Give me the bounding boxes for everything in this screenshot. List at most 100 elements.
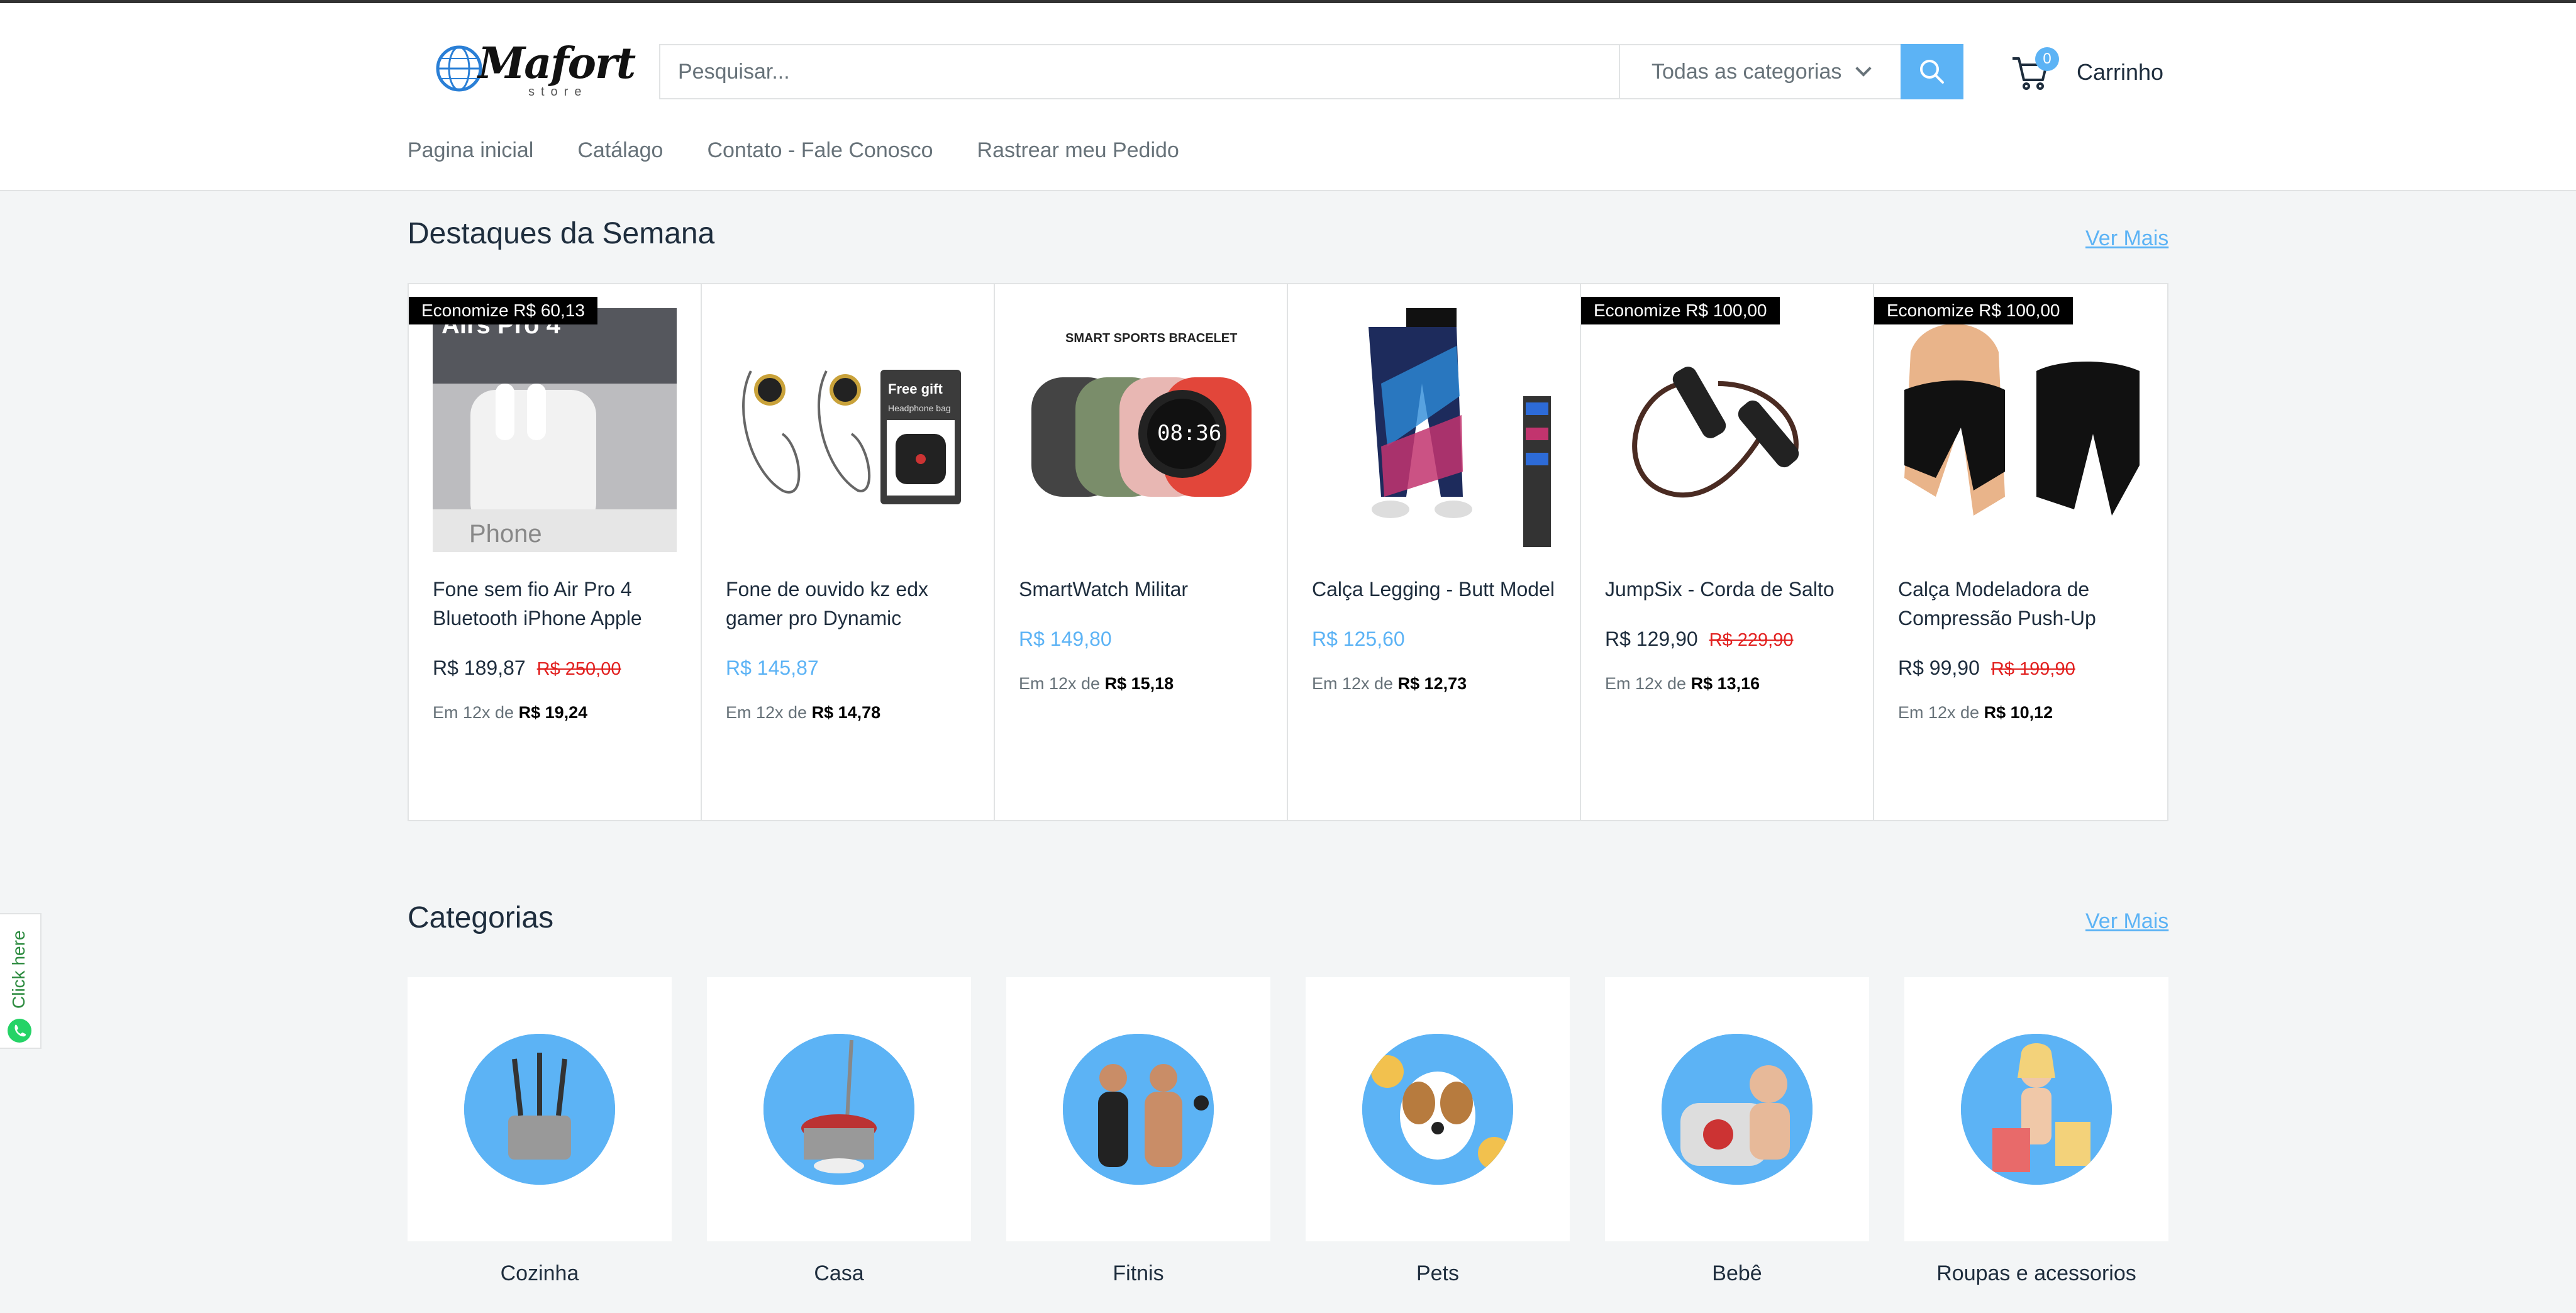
discount-badge: Economize R$ 100,00 xyxy=(1581,297,1780,324)
installment-prefix: Em 12x de xyxy=(726,703,808,722)
nav-catalog[interactable]: Catálago xyxy=(577,138,663,163)
product-title[interactable]: SmartWatch Militar xyxy=(1019,575,1270,604)
category-fitness[interactable]: Fitnis xyxy=(1006,977,1270,1286)
discount-badge: Economize R$ 100,00 xyxy=(1874,297,2073,324)
site-header: Mafort store Todas as categorias 0 Carri… xyxy=(0,3,2576,191)
product-image[interactable]: Airs Pro 4 Phone xyxy=(433,308,677,552)
category-label[interactable]: Bebê xyxy=(1605,1261,1869,1286)
category-card[interactable] xyxy=(1306,977,1570,1241)
search-icon xyxy=(1920,60,1944,84)
logo-subtext: store xyxy=(528,85,588,99)
category-label[interactable]: Fitnis xyxy=(1006,1261,1270,1286)
category-kitchen[interactable]: Cozinha xyxy=(408,977,672,1286)
search-input[interactable] xyxy=(660,45,1616,98)
product-card[interactable]: SMART SPORTS BRACELET 08:36 SmartWatch M… xyxy=(995,284,1288,820)
category-card[interactable] xyxy=(1605,977,1869,1241)
search-button[interactable] xyxy=(1901,44,1963,99)
installment-prefix: Em 12x de xyxy=(1605,674,1687,693)
installment-value: R$ 15,18 xyxy=(1104,674,1174,693)
product-price: R$ 125,60 xyxy=(1312,628,1405,651)
installment-value: R$ 13,16 xyxy=(1690,674,1760,693)
category-label[interactable]: Casa xyxy=(707,1261,971,1286)
discount-badge: Economize R$ 60,13 xyxy=(409,297,597,324)
product-card[interactable]: Free gift Headphone bag Fone de ouvido k… xyxy=(702,284,995,820)
product-card[interactable]: Calça Legging - Butt Model R$ 125,60 Em … xyxy=(1288,284,1581,820)
installment-info: Em 12x de R$ 14,78 xyxy=(726,703,880,723)
category-label[interactable]: Pets xyxy=(1306,1261,1570,1286)
product-title[interactable]: Fone de ouvido kz edx gamer pro Dynamic xyxy=(726,575,977,633)
current-price: R$ 129,90 xyxy=(1605,628,1698,650)
product-title[interactable]: JumpSix - Corda de Salto xyxy=(1605,575,1857,604)
globe-icon xyxy=(436,45,482,92)
categories-title: Categorias xyxy=(408,901,554,934)
product-card[interactable]: Economize R$ 100,00 Calça Modeladora de … xyxy=(1874,284,2167,820)
category-baby[interactable]: Bebê xyxy=(1605,977,1869,1286)
old-price: R$ 250,00 xyxy=(536,659,621,679)
product-image[interactable]: SMART SPORTS BRACELET 08:36 xyxy=(1019,308,1263,552)
product-price: R$ 189,87 R$ 250,00 xyxy=(433,656,621,680)
installment-value: R$ 14,78 xyxy=(811,703,881,722)
categories-more-link[interactable]: Ver Mais xyxy=(2085,909,2168,934)
installment-info: Em 12x de R$ 19,24 xyxy=(433,703,587,723)
product-title[interactable]: Calça Legging - Butt Model xyxy=(1312,575,1563,604)
cart-link[interactable]: 0 Carrinho xyxy=(2010,47,2163,97)
category-clothing[interactable]: Roupas e acessorios xyxy=(1904,977,2168,1286)
whatsapp-widget[interactable]: Click here xyxy=(0,913,42,1049)
category-image xyxy=(1362,1034,1513,1185)
category-select-value: Todas as categorias xyxy=(1652,59,1842,84)
chevron-down-icon xyxy=(1855,60,1872,77)
old-price: R$ 199,90 xyxy=(1990,659,2075,679)
product-image[interactable] xyxy=(1898,308,2142,552)
product-image[interactable] xyxy=(1312,308,1556,552)
product-image[interactable]: Free gift Headphone bag xyxy=(726,308,970,552)
product-title[interactable]: Fone sem fio Air Pro 4 Bluetooth iPhone … xyxy=(433,575,684,633)
installment-info: Em 12x de R$ 15,18 xyxy=(1019,674,1174,694)
category-home[interactable]: Casa xyxy=(707,977,971,1286)
installment-value: R$ 12,73 xyxy=(1397,674,1467,693)
cart-count-badge: 0 xyxy=(2035,47,2059,71)
nav-contact[interactable]: Contato - Fale Conosco xyxy=(707,138,933,163)
installment-info: Em 12x de R$ 10,12 xyxy=(1898,703,2053,723)
product-title[interactable]: Calça Modeladora de Compressão Push-Up xyxy=(1898,575,2150,633)
installment-info: Em 12x de R$ 13,16 xyxy=(1605,674,1760,694)
product-price: R$ 149,80 xyxy=(1019,628,1112,651)
category-card[interactable] xyxy=(1904,977,2168,1241)
old-price: R$ 229,90 xyxy=(1709,630,1794,650)
search-bar: Todas as categorias xyxy=(659,44,1963,99)
category-image xyxy=(464,1034,615,1185)
product-card[interactable]: Airs Pro 4 Phone Economize R$ 60,13 Fone… xyxy=(409,284,702,820)
category-card[interactable] xyxy=(408,977,672,1241)
highlights-more-link[interactable]: Ver Mais xyxy=(2085,226,2168,251)
logo-text: Mafort xyxy=(478,38,636,89)
product-image[interactable] xyxy=(1605,308,1849,552)
installment-prefix: Em 12x de xyxy=(1019,674,1101,693)
category-card[interactable] xyxy=(707,977,971,1241)
category-pets[interactable]: Pets xyxy=(1306,977,1570,1286)
current-price: R$ 149,80 xyxy=(1019,628,1112,650)
category-grid: Cozinha Casa Fitnis Pets Bebê Roupas e a… xyxy=(408,977,2168,1286)
installment-prefix: Em 12x de xyxy=(433,703,514,722)
product-card[interactable]: Economize R$ 100,00 JumpSix - Corda de S… xyxy=(1581,284,1874,820)
svg-text:08:36: 08:36 xyxy=(1157,421,1221,446)
current-price: R$ 99,90 xyxy=(1898,656,1980,679)
category-label[interactable]: Cozinha xyxy=(408,1261,672,1286)
installment-info: Em 12x de R$ 12,73 xyxy=(1312,674,1467,694)
product-price: R$ 99,90 R$ 199,90 xyxy=(1898,656,2075,680)
current-price: R$ 189,87 xyxy=(433,656,526,679)
category-card[interactable] xyxy=(1006,977,1270,1241)
nav-track-order[interactable]: Rastrear meu Pedido xyxy=(977,138,1179,163)
category-image xyxy=(763,1034,914,1185)
installment-prefix: Em 12x de xyxy=(1898,703,1980,722)
main-nav: Pagina inicial Catálago Contato - Fale C… xyxy=(408,138,1223,163)
svg-text:SMART SPORTS BRACELET: SMART SPORTS BRACELET xyxy=(1065,331,1237,345)
category-label[interactable]: Roupas e acessorios xyxy=(1904,1261,2168,1286)
installment-prefix: Em 12x de xyxy=(1312,674,1394,693)
whatsapp-icon[interactable] xyxy=(8,1019,31,1043)
installment-value: R$ 10,12 xyxy=(1984,703,2053,722)
whatsapp-label[interactable]: Click here xyxy=(9,919,29,1020)
store-logo[interactable]: Mafort store xyxy=(434,37,636,100)
cart-icon: 0 xyxy=(2010,47,2059,92)
cart-label: Carrinho xyxy=(2077,59,2164,85)
category-select[interactable]: Todas as categorias xyxy=(1619,45,1902,98)
nav-home[interactable]: Pagina inicial xyxy=(408,138,533,163)
